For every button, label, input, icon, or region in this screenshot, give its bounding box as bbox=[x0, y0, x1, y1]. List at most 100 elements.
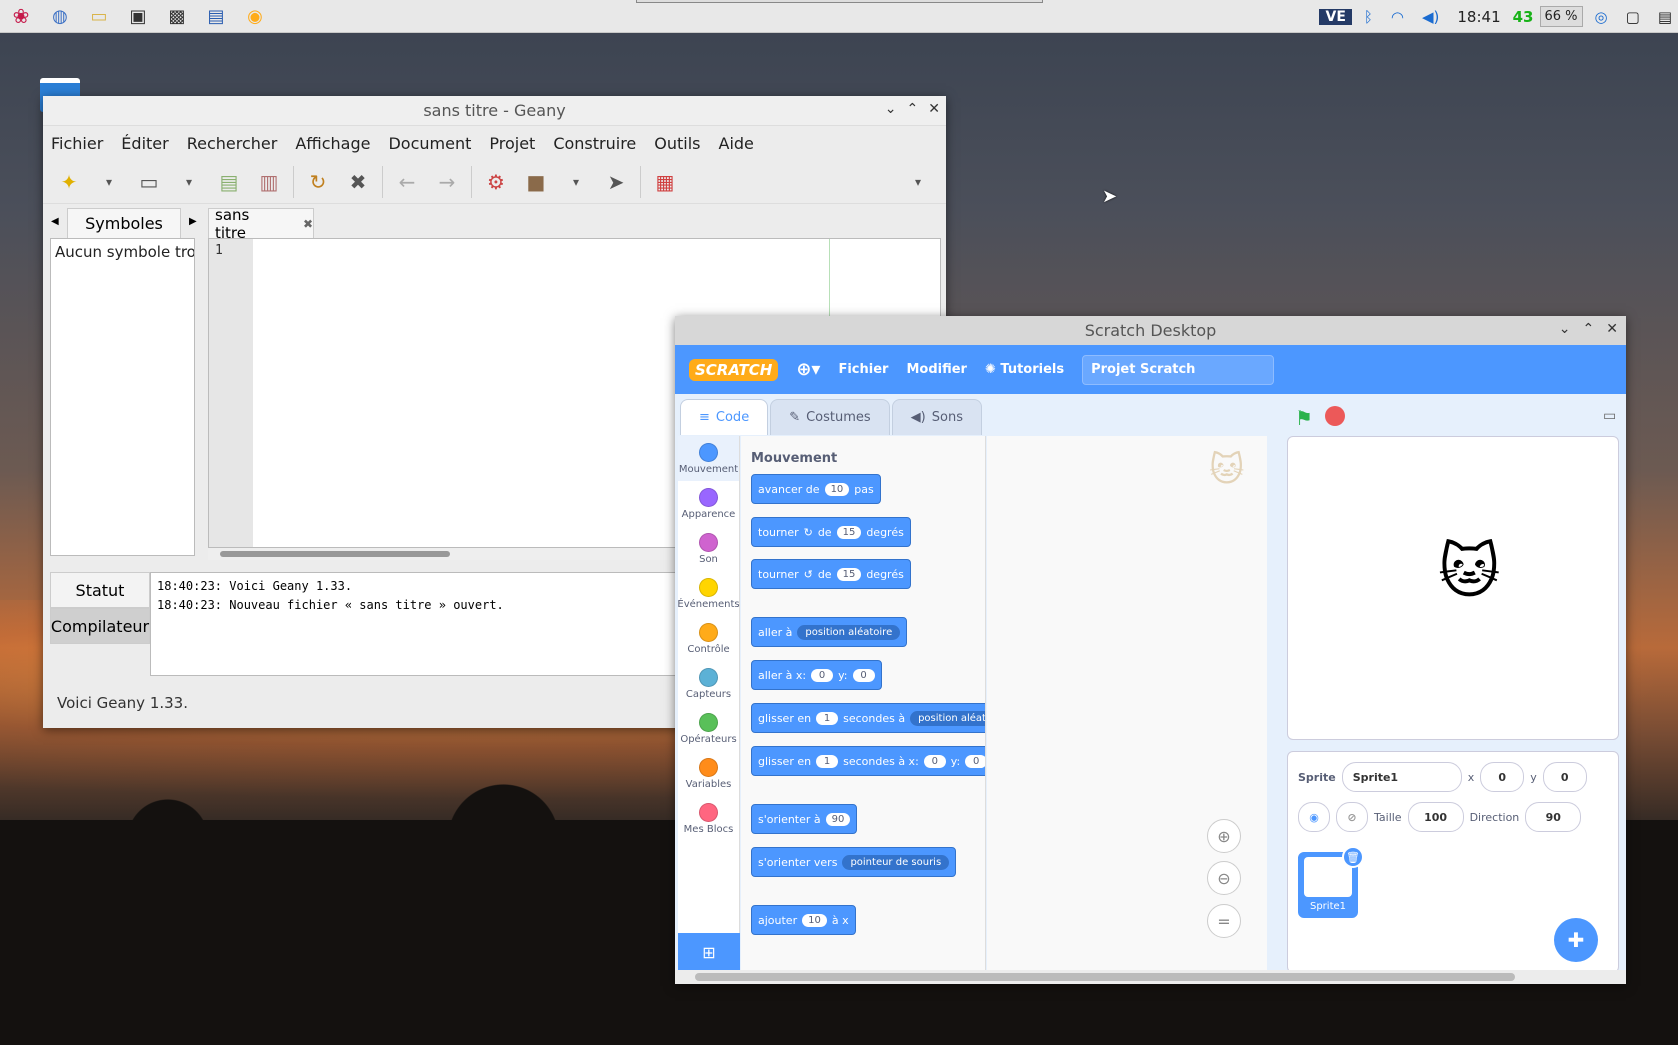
build-dropdown-icon[interactable]: ▾ bbox=[560, 166, 592, 198]
text-editor-icon[interactable]: ▤ bbox=[198, 1, 234, 31]
clock[interactable]: 18:41 bbox=[1451, 8, 1506, 26]
menu-construire[interactable]: Construire bbox=[553, 134, 636, 153]
scratch-hscrollbar[interactable] bbox=[675, 970, 1626, 984]
menu-rechercher[interactable]: Rechercher bbox=[187, 134, 278, 153]
zoom-reset-button[interactable]: = bbox=[1207, 904, 1241, 938]
menu-fichier[interactable]: Fichier bbox=[51, 134, 103, 153]
raspberry-menu-icon[interactable]: ❀ bbox=[3, 1, 39, 31]
browser-icon[interactable]: ◍ bbox=[42, 1, 78, 31]
tutorials-button[interactable]: ✺ Tutoriels bbox=[985, 362, 1064, 377]
open-file-icon[interactable]: ▭ bbox=[133, 166, 165, 198]
scroll-thumb[interactable] bbox=[695, 973, 1515, 981]
language-globe-icon[interactable]: ⊕▾ bbox=[796, 359, 820, 380]
block-input[interactable]: 10 bbox=[824, 482, 850, 496]
file-manager-icon[interactable]: ▭ bbox=[81, 1, 117, 31]
stop-icon[interactable] bbox=[1324, 406, 1345, 426]
chromium-tray-icon[interactable]: ◎ bbox=[1589, 8, 1614, 26]
tab-file[interactable]: sans titre ✖ bbox=[208, 206, 314, 242]
category-mes-blocs[interactable]: Mes Blocs bbox=[678, 796, 739, 841]
block-change-x[interactable]: ajouter 10 à x bbox=[751, 905, 856, 935]
block-glide-xy[interactable]: glisser en 1 secondes à x: 0 y: 0 bbox=[751, 746, 985, 776]
block-turn-right[interactable]: tourner ↻ de 15 degrés bbox=[751, 517, 911, 547]
toolbar-overflow-icon[interactable]: ▾ bbox=[902, 166, 934, 198]
zoom-out-button[interactable]: ⊖ bbox=[1207, 861, 1241, 895]
stage[interactable]: 🐱 bbox=[1287, 436, 1619, 740]
scratch-titlebar[interactable]: Scratch Desktop ⌄ ⌃ ✕ bbox=[675, 316, 1626, 345]
color-chooser-icon[interactable]: ▦ bbox=[649, 166, 681, 198]
close-icon[interactable]: ✕ bbox=[928, 101, 940, 117]
menu-editer[interactable]: Éditer bbox=[121, 134, 168, 153]
save-icon[interactable]: ▤ bbox=[213, 166, 245, 198]
window-icon[interactable]: ▢ bbox=[1620, 8, 1646, 26]
block-goto[interactable]: aller à position aléatoire bbox=[751, 617, 908, 647]
add-extension-button[interactable]: ⊞ bbox=[678, 933, 740, 971]
menu-outils[interactable]: Outils bbox=[654, 134, 700, 153]
terminal-icon[interactable]: ▣ bbox=[120, 1, 156, 31]
y-input[interactable]: 0 bbox=[1542, 762, 1587, 792]
category-mouvement[interactable]: Mouvement bbox=[678, 436, 739, 481]
category-controle[interactable]: Contrôle bbox=[678, 616, 739, 661]
stage-layout-icon[interactable]: ▭ bbox=[1603, 408, 1616, 424]
block-turn-left[interactable]: tourner ↺ de 15 degrés bbox=[751, 559, 911, 589]
tab-compilateur[interactable]: Compilateur bbox=[50, 608, 150, 644]
block-input[interactable]: 90 bbox=[825, 812, 851, 826]
close-tab-icon[interactable]: ✖ bbox=[303, 217, 313, 231]
code-workspace[interactable]: 🐱 ⊕ ⊖ = bbox=[987, 436, 1267, 971]
block-glide[interactable]: glisser en 1 secondes à position aléatoire bbox=[751, 703, 985, 733]
menu-affichage[interactable]: Affichage bbox=[295, 134, 370, 153]
revert-icon[interactable]: ↻ bbox=[302, 166, 334, 198]
choose-sprite-button[interactable]: ✚ bbox=[1554, 918, 1598, 962]
tab-sons[interactable]: ◀) Sons bbox=[891, 399, 982, 435]
wifi-icon[interactable]: ◠ bbox=[1385, 8, 1410, 26]
block-input[interactable]: 15 bbox=[836, 567, 862, 581]
menu-projet[interactable]: Projet bbox=[489, 134, 535, 153]
block-input[interactable]: 1 bbox=[816, 754, 839, 768]
tab-costumes[interactable]: ✎ Costumes bbox=[770, 399, 890, 435]
direction-input[interactable]: 90 bbox=[1525, 802, 1582, 832]
close-file-icon[interactable]: ✖ bbox=[342, 166, 374, 198]
category-operateurs[interactable]: Opérateurs bbox=[678, 706, 739, 751]
show-eye-icon[interactable]: ◉ bbox=[1298, 802, 1330, 832]
menu-fichier[interactable]: Fichier bbox=[838, 362, 888, 377]
delete-sprite-icon[interactable]: 🗑 bbox=[1342, 846, 1364, 868]
sprite-card[interactable]: 🐱 Sprite1 🗑 bbox=[1298, 846, 1364, 918]
x-input[interactable]: 0 bbox=[1480, 762, 1525, 792]
cat-sprite-icon[interactable]: 🐱 bbox=[1438, 537, 1501, 607]
block-input[interactable]: 15 bbox=[836, 525, 862, 539]
green-flag-icon[interactable]: ⚑ bbox=[1295, 406, 1313, 430]
vnc-icon[interactable]: VE bbox=[1319, 8, 1352, 25]
project-title-input[interactable]: Projet Scratch bbox=[1082, 354, 1275, 385]
root-terminal-icon[interactable]: ▩ bbox=[159, 1, 195, 31]
category-variables[interactable]: Variables bbox=[678, 751, 739, 796]
menu-document[interactable]: Document bbox=[388, 134, 471, 153]
block-move[interactable]: avancer de 10 pas bbox=[751, 474, 881, 504]
category-capteurs[interactable]: Capteurs bbox=[678, 661, 739, 706]
category-evenements[interactable]: Événements bbox=[677, 571, 740, 616]
menu-modifier[interactable]: Modifier bbox=[906, 362, 967, 377]
menu-aide[interactable]: Aide bbox=[719, 134, 754, 153]
new-file-icon[interactable]: ✦ bbox=[53, 166, 85, 198]
category-apparence[interactable]: Apparence bbox=[678, 481, 739, 526]
compile-icon[interactable]: ⚙ bbox=[480, 166, 512, 198]
block-input[interactable]: 10 bbox=[802, 913, 827, 927]
sidebar-next-icon[interactable]: ▶ bbox=[189, 216, 197, 227]
save-all-icon[interactable]: ▥ bbox=[253, 166, 285, 198]
block-input[interactable]: 0 bbox=[965, 754, 985, 768]
sidebar-prev-icon[interactable]: ◀ bbox=[51, 216, 59, 227]
maximize-icon[interactable]: ⌃ bbox=[907, 101, 919, 117]
sprite-name-input[interactable]: Sprite1 bbox=[1341, 762, 1462, 792]
tab-code[interactable]: ≡ Code bbox=[680, 399, 769, 435]
maximize-icon[interactable]: ⌃ bbox=[1583, 321, 1595, 337]
minimize-icon[interactable]: ⌄ bbox=[1559, 321, 1571, 337]
block-dropdown[interactable]: position aléatoire bbox=[910, 710, 985, 726]
eject-icon[interactable]: ▤ bbox=[1652, 8, 1678, 26]
block-input[interactable]: 0 bbox=[852, 668, 875, 682]
size-input[interactable]: 100 bbox=[1407, 802, 1464, 832]
scroll-thumb[interactable] bbox=[220, 551, 450, 557]
block-point[interactable]: s'orienter à 90 bbox=[751, 804, 858, 834]
block-point-to[interactable]: s'orienter vers pointeur de souris bbox=[751, 847, 957, 877]
bluetooth-icon[interactable]: ᛒ bbox=[1358, 8, 1379, 26]
build-icon[interactable]: ■ bbox=[520, 166, 552, 198]
execute-icon[interactable]: ➤ bbox=[600, 166, 632, 198]
scratch-launcher-icon[interactable]: ◉ bbox=[237, 1, 273, 31]
